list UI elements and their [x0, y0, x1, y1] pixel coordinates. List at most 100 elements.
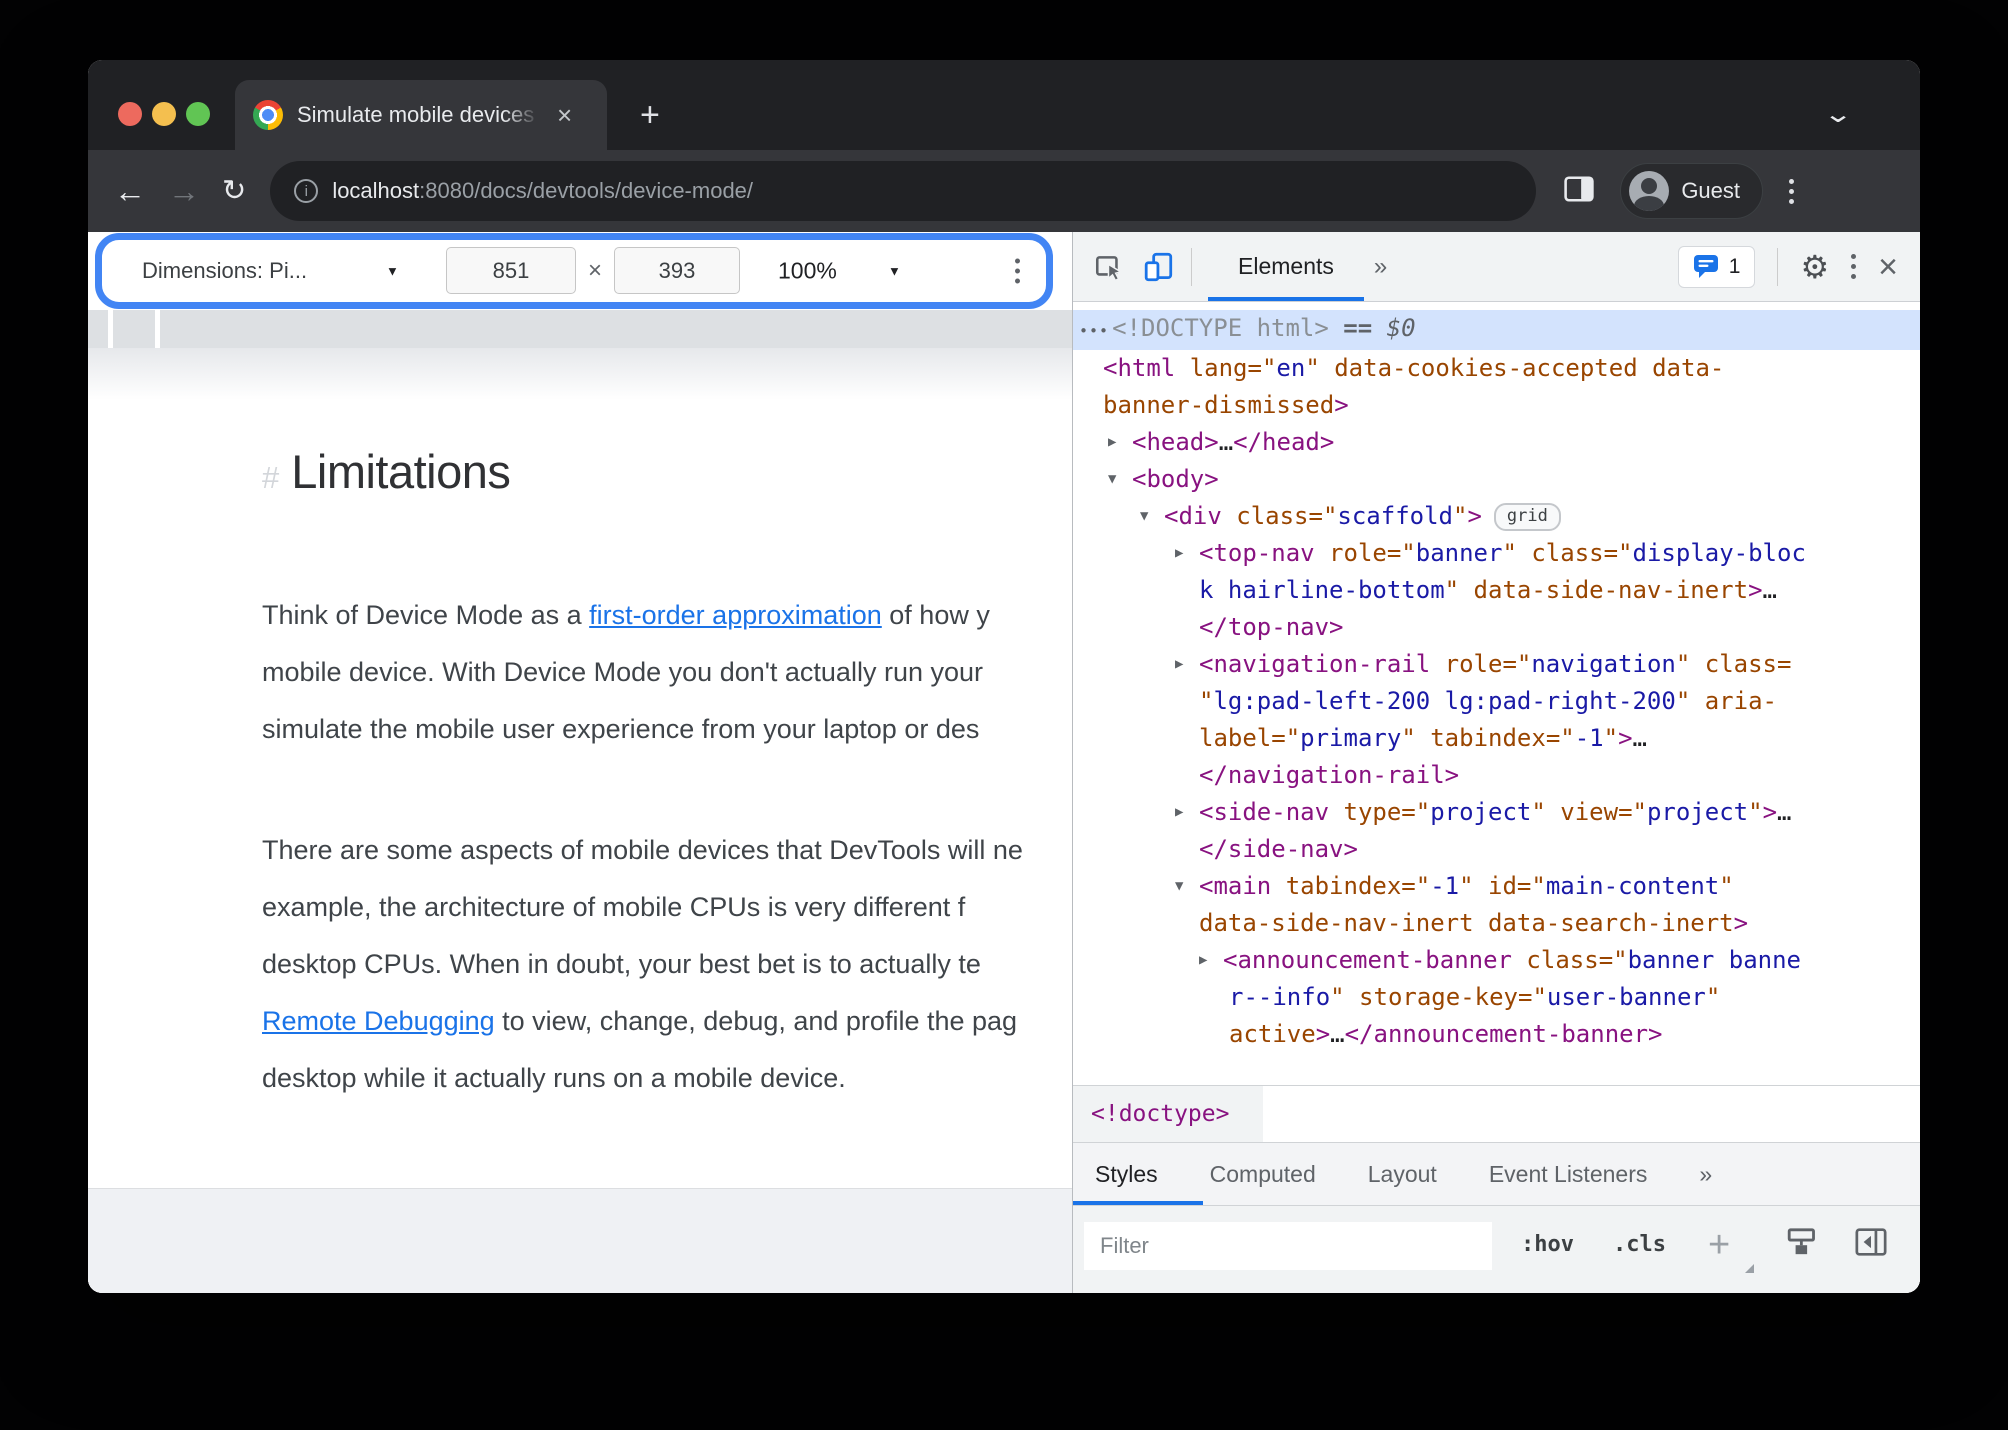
dom-tree-node-line[interactable]: ••• <!DOCTYPE html> == $0: [1073, 310, 1920, 350]
text-link[interactable]: first-order approximation: [589, 600, 882, 630]
forward-button: →: [168, 173, 200, 209]
settings-gear-icon[interactable]: ⚙: [1800, 251, 1829, 283]
toggle-class-button[interactable]: .cls: [1613, 1232, 1666, 1257]
breadcrumb-doctype[interactable]: <!doctype>: [1073, 1086, 1263, 1142]
expand-arrow-icon[interactable]: ▶: [1175, 646, 1183, 683]
tab-elements[interactable]: Elements: [1208, 232, 1364, 301]
dom-tree-node-line[interactable]: ▶ <head>…</head>: [1073, 424, 1920, 461]
more-panels-icon[interactable]: »: [1374, 253, 1387, 281]
tab-layout[interactable]: Layout: [1368, 1161, 1437, 1188]
paragraph: Think of Device Mode as a first-order ap…: [262, 587, 1072, 758]
dom-tree-node-line[interactable]: "lg:pad-left-200 lg:pad-right-200" aria-: [1073, 683, 1920, 720]
paragraph-line: simulate the mobile user experience from…: [262, 701, 1072, 758]
profile-button[interactable]: Guest: [1620, 163, 1764, 219]
expand-arrow-icon[interactable]: ▶: [1199, 942, 1207, 979]
dom-tree-node-line[interactable]: </navigation-rail>: [1073, 757, 1920, 794]
tab-styles[interactable]: Styles: [1095, 1161, 1158, 1188]
dom-tree-node-line[interactable]: ▶ <announcement-banner class="banner bann…: [1073, 942, 1920, 979]
collapse-arrow-icon[interactable]: ▼: [1140, 498, 1148, 535]
code-token-attr: aria-: [1690, 687, 1777, 715]
dom-tree-node-line[interactable]: data-side-nav-inert data-search-inert>: [1073, 905, 1920, 942]
device-toolbar-menu-icon[interactable]: [1015, 258, 1020, 284]
chrome-favicon-icon: [253, 100, 283, 130]
toggle-hover-state-button[interactable]: :hov: [1521, 1232, 1574, 1257]
page-title: Limitations: [291, 445, 511, 498]
paragraph-line: Think of Device Mode as a first-order ap…: [262, 587, 1072, 644]
expand-arrow-icon[interactable]: ▶: [1175, 794, 1183, 831]
more-tabs-icon[interactable]: »: [1699, 1161, 1712, 1188]
browser-tab[interactable]: Simulate mobile devices with D ×: [235, 80, 607, 150]
dom-tree-node-line[interactable]: ▼ <body>: [1073, 461, 1920, 498]
browser-menu-icon[interactable]: [1789, 178, 1795, 204]
dom-tree-node-line[interactable]: ▶ <side-nav type="project" view="project"…: [1073, 794, 1920, 831]
code-token-attr: ": [1675, 650, 1691, 678]
address-bar[interactable]: i localhost:8080/docs/devtools/device-mo…: [270, 161, 1537, 221]
code-token-attr: class: [1690, 650, 1777, 678]
dom-tree-node-line[interactable]: active>…</announcement-banner>: [1073, 1016, 1920, 1053]
issues-button[interactable]: 1: [1677, 245, 1756, 288]
code-token-attr: data-side-nav-inert data-search-inert: [1199, 909, 1734, 937]
device-toolbar-area: Dimensions: Pi... ▼ × 100% ▼: [88, 232, 1072, 310]
code-token-attr: ": [1675, 687, 1691, 715]
dom-tree-node-line[interactable]: ▼ <div class="scaffold"> grid: [1073, 498, 1920, 535]
code-token-tag: >: [1467, 502, 1482, 530]
dimensions-dropdown[interactable]: Dimensions: Pi...: [142, 258, 307, 284]
code-token-val: en: [1276, 354, 1306, 382]
reload-button[interactable]: ↻: [222, 175, 246, 207]
minimize-window-button[interactable]: [152, 102, 176, 126]
side-panel-icon[interactable]: [1564, 175, 1594, 207]
rendering-emulation-icon[interactable]: [1785, 1226, 1819, 1263]
code-token-val: project: [1646, 798, 1749, 826]
tab-search-chevron-icon[interactable]: ⌄: [1823, 100, 1853, 129]
expand-arrow-icon[interactable]: ▶: [1175, 535, 1183, 572]
url-text: localhost:8080/docs/devtools/device-mode…: [332, 178, 753, 204]
viewport-height-input[interactable]: [614, 247, 740, 294]
dom-tree-node-line[interactable]: banner-dismissed>: [1073, 387, 1920, 424]
toggle-sidebar-icon[interactable]: [1855, 1227, 1887, 1262]
tab-computed[interactable]: Computed: [1210, 1161, 1316, 1188]
devtools-close-icon[interactable]: ×: [1878, 250, 1898, 284]
dom-tree-node-line[interactable]: label="primary" tabindex="-1">…: [1073, 720, 1920, 757]
dom-tree-node-line[interactable]: ▶ <top-nav role="banner" class="display-b…: [1073, 535, 1920, 572]
new-style-rule-button[interactable]: +: [1708, 1224, 1730, 1267]
code-token-tag: <html: [1103, 354, 1176, 382]
dom-tree-node-line[interactable]: </top-nav>: [1073, 609, 1920, 646]
code-token-val: primary: [1300, 724, 1402, 752]
collapse-arrow-icon[interactable]: ▼: [1175, 868, 1183, 905]
devtools-menu-icon[interactable]: [1851, 254, 1857, 279]
devtools-toolbar: Elements » 1 ⚙ ×: [1073, 232, 1920, 302]
zoom-caret-icon[interactable]: ▼: [888, 264, 901, 279]
dimensions-caret-icon[interactable]: ▼: [386, 264, 399, 279]
code-token-tag: </side-nav>: [1199, 835, 1358, 863]
toolbar-divider: [1777, 247, 1779, 286]
heading-anchor-hash[interactable]: #: [262, 460, 279, 496]
code-token-tag: </top-nav>: [1199, 613, 1344, 641]
code-token-attr: ": [1502, 539, 1517, 567]
text-link[interactable]: Remote Debugging: [262, 1006, 495, 1036]
styles-filter-input[interactable]: [1084, 1222, 1492, 1270]
dom-tree-node-line[interactable]: <html lang="en" data-cookies-accepted da…: [1073, 350, 1920, 387]
maximize-window-button[interactable]: [186, 102, 210, 126]
inspect-element-icon[interactable]: [1093, 251, 1125, 283]
back-button[interactable]: ←: [114, 175, 146, 207]
code-token-val: r--info: [1229, 983, 1331, 1011]
viewport-width-input[interactable]: [446, 247, 576, 294]
code-token-attr: ": [1444, 576, 1460, 604]
toggle-device-toolbar-icon[interactable]: [1143, 251, 1175, 283]
expand-arrow-icon[interactable]: ▶: [1108, 424, 1116, 461]
active-tab-underline: [1208, 297, 1364, 301]
new-tab-button[interactable]: +: [640, 96, 660, 135]
site-info-icon[interactable]: i: [294, 179, 319, 203]
tab-event-listeners[interactable]: Event Listeners: [1489, 1161, 1648, 1188]
dom-tree-node-line[interactable]: ▼ <main tabindex="-1" id="main-content": [1073, 868, 1920, 905]
dom-tree-node-line[interactable]: k hairline-bottom" data-side-nav-inert>…: [1073, 572, 1920, 609]
collapse-arrow-icon[interactable]: ▼: [1108, 461, 1116, 498]
tab-close-icon[interactable]: ×: [557, 102, 572, 128]
dom-tree-node-line[interactable]: r--info" storage-key="user-banner": [1073, 979, 1920, 1016]
dom-tree-node-line[interactable]: </side-nav>: [1073, 831, 1920, 868]
code-token-tag: <body>: [1132, 465, 1219, 493]
zoom-dropdown[interactable]: 100%: [778, 258, 837, 285]
dom-tree-node-line[interactable]: ▶ <navigation-rail role="navigation" clas…: [1073, 646, 1920, 683]
close-window-button[interactable]: [118, 102, 142, 126]
styles-pane-tabs: Styles Computed Layout Event Listeners »: [1073, 1142, 1920, 1205]
